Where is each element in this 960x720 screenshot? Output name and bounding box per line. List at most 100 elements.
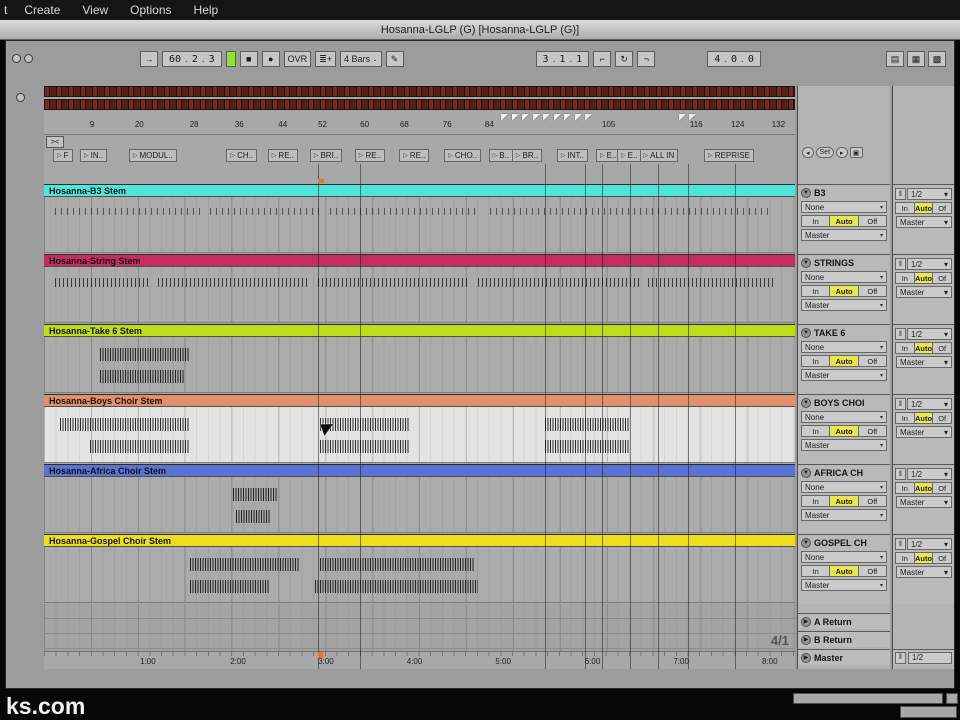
monitor-in-button[interactable]: In xyxy=(801,565,831,577)
menu-item-create[interactable]: Create xyxy=(13,3,71,17)
waveform-segment[interactable] xyxy=(315,580,479,593)
waveform-segment[interactable] xyxy=(100,370,185,383)
locator-int[interactable]: ▷ INT.. xyxy=(556,149,588,162)
monitor-off-button[interactable]: Off xyxy=(857,425,887,437)
waveform-segment[interactable] xyxy=(55,278,150,287)
waveform-segment[interactable] xyxy=(490,208,660,215)
fold-arrow-icon[interactable]: ▶ xyxy=(801,634,811,645)
overview-strip[interactable] xyxy=(44,86,795,97)
time-sig-denominator-field[interactable]: 3 xyxy=(205,54,219,65)
waveform-segment[interactable] xyxy=(59,418,190,431)
output-chooser[interactable]: Master ▾ xyxy=(896,286,952,298)
output-chooser[interactable]: None ▾ xyxy=(801,411,887,423)
waveform-segment[interactable] xyxy=(330,208,481,215)
monitor-of-button[interactable]: Of xyxy=(932,412,953,424)
input-chooser[interactable]: 1/2 ▾ xyxy=(907,538,952,550)
time-sig-numerator-field[interactable]: 2 xyxy=(188,54,202,65)
zoom-back-button[interactable]: >< xyxy=(46,136,64,148)
locator-set-button[interactable]: Set xyxy=(815,147,835,158)
input-chooser[interactable]: 1/2 ▾ xyxy=(907,258,952,270)
monitor-auto-button[interactable]: Auto xyxy=(913,342,934,354)
follow-button[interactable]: → xyxy=(140,51,158,67)
clip-bar[interactable]: Hosanna-Africa Choir Stem xyxy=(44,464,795,477)
monitor-in-button[interactable]: In xyxy=(801,425,831,437)
overview-toggle-icon[interactable] xyxy=(16,93,25,102)
waveform-segment[interactable] xyxy=(189,580,270,593)
monitor-auto-button[interactable]: Auto xyxy=(913,482,934,494)
monitor-in-button[interactable]: In xyxy=(895,482,915,494)
monitor-auto-button[interactable]: Auto xyxy=(829,565,859,577)
output-chooser[interactable]: Master ▾ xyxy=(896,496,952,508)
monitor-auto-button[interactable]: Auto xyxy=(913,412,934,424)
monitor-of-button[interactable]: Of xyxy=(932,202,953,214)
overdub-button[interactable]: OVR xyxy=(283,51,312,67)
monitor-of-button[interactable]: Of xyxy=(932,272,953,284)
monitor-auto-button[interactable]: Auto xyxy=(829,495,859,507)
fold-arrow-icon[interactable]: ▶ xyxy=(801,652,811,663)
keyboard-map-icon[interactable]: ▤ xyxy=(886,51,904,67)
waveform-segment[interactable] xyxy=(233,488,279,501)
track-lane[interactable] xyxy=(44,267,795,323)
monitor-in-button[interactable]: In xyxy=(895,412,915,424)
monitor-auto-button[interactable]: Auto xyxy=(829,425,859,437)
fold-arrow-icon[interactable]: ▼ xyxy=(801,397,811,408)
input-chooser[interactable]: 1/2 xyxy=(908,651,952,664)
return-lane[interactable] xyxy=(44,604,795,619)
monitor-auto-button[interactable]: Auto xyxy=(829,215,859,227)
master-chooser[interactable]: Master ▾ xyxy=(801,439,887,451)
position-sixteenths-field[interactable]: 1 xyxy=(572,54,586,65)
clip-bar[interactable]: Hosanna-Gospel Choir Stem xyxy=(44,534,795,547)
locator-re[interactable]: ▷ RE.. xyxy=(267,149,298,162)
locator-modul[interactable]: ▷ MODUL.. xyxy=(128,149,177,162)
locator-prev-button[interactable]: ◂ xyxy=(802,147,814,158)
input-chooser[interactable]: 1/2 ▾ xyxy=(907,328,952,340)
locator-cho[interactable]: ▷ CHO.. xyxy=(444,149,482,162)
output-chooser[interactable]: None ▾ xyxy=(801,481,887,493)
monitor-in-button[interactable]: In xyxy=(801,285,831,297)
cpu-meter-icon[interactable]: ▩ xyxy=(928,51,946,67)
track-header-boyschoi[interactable]: ▼ BOYS CHOI None ▾ In Auto Off Master ▾ xyxy=(798,394,890,464)
track-header-africach[interactable]: ▼ AFRICA CH None ▾ In Auto Off Master ▾ xyxy=(798,464,890,534)
monitor-auto-button[interactable]: Auto xyxy=(829,355,859,367)
track-lane[interactable] xyxy=(44,477,795,533)
waveform-segment[interactable] xyxy=(209,208,320,215)
input-chooser[interactable]: 1/2 ▾ xyxy=(907,398,952,410)
monitor-auto-button[interactable]: Auto xyxy=(913,552,934,564)
locator-br[interactable]: ▷ BR.. xyxy=(511,149,543,162)
waveform-segment[interactable] xyxy=(665,208,771,215)
track-header-gospelch[interactable]: ▼ GOSPEL CH None ▾ In Auto Off Master ▾ xyxy=(798,534,890,604)
fold-arrow-icon[interactable]: ▼ xyxy=(801,327,811,338)
locator-reprise[interactable]: ▷ REPRISE xyxy=(704,149,754,162)
clip-bar[interactable]: Hosanna-String Stem xyxy=(44,254,795,267)
title-bar[interactable]: Hosanna-LGLP (G) [Hosanna-LGLP (G)] xyxy=(0,20,960,40)
input-chooser[interactable]: 1/2 ▾ xyxy=(907,468,952,480)
track-header-strings[interactable]: ▼ STRINGS None ▾ In Auto Off Master ▾ xyxy=(798,254,890,324)
return-track-master[interactable]: ▶ Master xyxy=(798,649,890,665)
output-chooser[interactable]: Master ▾ xyxy=(896,356,952,368)
master-chooser[interactable]: Master ▾ xyxy=(801,299,887,311)
draw-mode-icon[interactable]: ≣+ xyxy=(315,51,336,67)
menu-item-help[interactable]: Help xyxy=(183,3,230,17)
locator-f[interactable]: ▷ F xyxy=(53,149,73,162)
monitor-off-button[interactable]: Off xyxy=(857,285,887,297)
monitor-off-button[interactable]: Off xyxy=(857,215,887,227)
quantize-menu[interactable]: 4 Bars ⌄ xyxy=(339,51,382,67)
waveform-segment[interactable] xyxy=(189,558,300,571)
master-chooser[interactable]: Master ▾ xyxy=(801,229,887,241)
track-header-b3[interactable]: ▼ B3 None ▾ In Auto Off Master ▾ xyxy=(798,184,890,254)
output-chooser[interactable]: Master ▾ xyxy=(896,426,952,438)
return-track-areturn[interactable]: ▶ A Return xyxy=(798,613,890,629)
locator-next-button[interactable]: ▸ xyxy=(836,147,848,158)
waveform-segment[interactable] xyxy=(478,278,641,287)
waveform-segment[interactable] xyxy=(318,278,470,287)
locator-allin[interactable]: ▷ ALL IN xyxy=(639,149,679,162)
beat-time-ruler[interactable]: 9 20 28 36 44 52 60 68 76 84 105 116 124 132 xyxy=(44,113,795,135)
punch-out-icon[interactable]: ¬ xyxy=(637,51,656,67)
loop-switch-icon[interactable]: ↻ xyxy=(615,51,634,67)
track-lane[interactable] xyxy=(44,547,795,603)
master-chooser[interactable]: Master ▾ xyxy=(801,369,887,381)
fold-arrow-icon[interactable]: ▶ xyxy=(801,616,811,627)
waveform-segment[interactable] xyxy=(236,510,271,523)
monitor-off-button[interactable]: Off xyxy=(857,495,887,507)
monitor-off-button[interactable]: Off xyxy=(857,355,887,367)
